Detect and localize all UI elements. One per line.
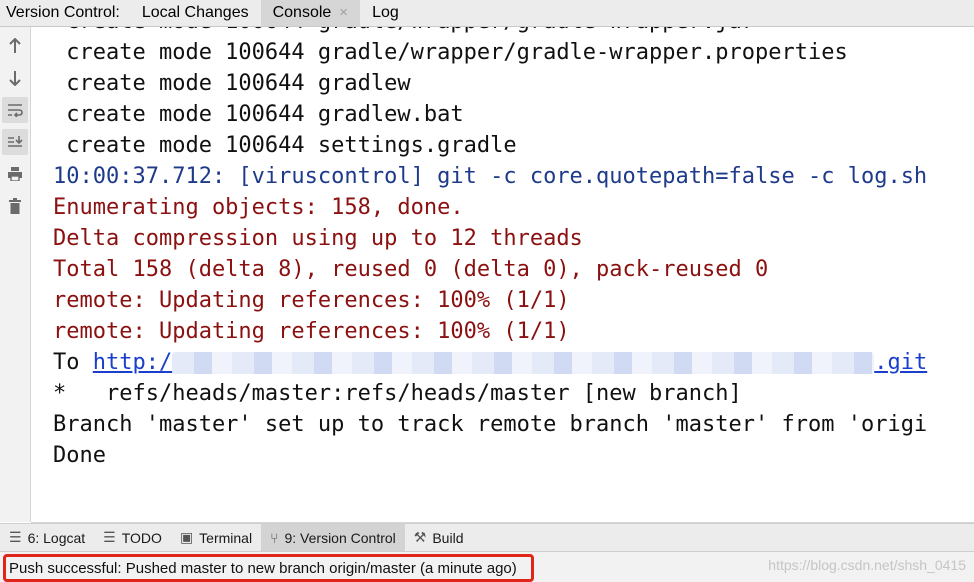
vcs-title: Version Control: [6, 4, 120, 21]
toolwindow-label: Terminal [199, 529, 253, 546]
close-icon[interactable]: × [339, 4, 348, 21]
console-line: remote: Updating references: 100% (1/1) [53, 288, 570, 313]
console-line: Delta compression using up to 12 threads [53, 226, 583, 251]
terminal-icon: ▣ [179, 529, 194, 545]
console-line: create mode 100644 gradle/wrapper/gradle… [53, 27, 927, 37]
logcat-icon: ☰ [9, 529, 22, 545]
watermark: https://blog.csdn.net/shsh_0415 [768, 557, 966, 573]
arrow-down-icon[interactable] [2, 65, 28, 91]
toolwindow-todo[interactable]: ☰ TODO [94, 524, 171, 551]
trash-icon[interactable] [2, 193, 28, 219]
console-line: create mode 100644 settings.gradle [53, 133, 517, 158]
toolwindow-label: 6: Logcat [27, 529, 86, 546]
tab-console[interactable]: Console × [260, 0, 361, 26]
tab-log[interactable]: Log [360, 0, 411, 26]
console-line: remote: Updating references: 100% (1/1) [53, 319, 570, 344]
console-line: 10:00:37.712: [viruscontrol] git -c core… [53, 164, 928, 189]
console-line: * refs/heads/master:refs/heads/master [n… [53, 381, 742, 406]
console-line: create mode 100644 gradlew.bat [53, 102, 464, 127]
todo-icon: ☰ [103, 529, 116, 545]
build-icon: ⚒ [413, 529, 427, 545]
remote-url-link[interactable]: http:/ .git [93, 350, 927, 375]
toolwindow-logcat[interactable]: ☰ 6: Logcat [0, 524, 94, 551]
toolwindow-label: 9: Version Control [284, 529, 396, 546]
tab-label: Log [372, 4, 399, 21]
redacted-url-blur [172, 352, 875, 374]
console-output[interactable]: create mode 100644 gradle/wrapper/gradle… [31, 27, 974, 497]
toolwindow-label: TODO [121, 529, 162, 546]
status-bar: Push successful: Pushed master to new br… [0, 551, 974, 582]
version-control-icon: ⑂ [270, 529, 279, 546]
status-message[interactable]: Push successful: Pushed master to new br… [3, 554, 534, 582]
tab-label: Local Changes [141, 4, 249, 21]
console-line-remote-url: To http:/ .git [53, 347, 927, 378]
toolwindow-version-control[interactable]: ⑂ 9: Version Control [261, 524, 405, 551]
remote-url-prefix: To [53, 350, 93, 375]
console-toolbar [0, 27, 31, 522]
console-line: Total 158 (delta 8), reused 0 (delta 0),… [53, 257, 769, 282]
toolwindow-build[interactable]: ⚒ Build [405, 524, 473, 551]
console-line: Enumerating objects: 158, done. [53, 195, 464, 220]
console-line: create mode 100644 gradle/wrapper/gradle… [53, 40, 848, 65]
console-line: Branch 'master' set up to track remote b… [53, 412, 928, 437]
soft-wrap-icon[interactable] [2, 97, 28, 123]
tab-label: Console [272, 4, 332, 21]
console-line: Done [53, 443, 106, 468]
console-line: create mode 100644 gradlew [53, 71, 411, 96]
tab-local-changes[interactable]: Local Changes [130, 0, 261, 26]
scroll-to-end-icon[interactable] [2, 129, 28, 155]
print-icon[interactable] [2, 161, 28, 187]
toolwindow-terminal[interactable]: ▣ Terminal [171, 524, 261, 551]
console-footer [31, 497, 974, 523]
remote-url-start: http:/ [92, 350, 173, 375]
vcs-tab-bar: Version Control: Local Changes Console ×… [0, 0, 974, 27]
arrow-up-icon[interactable] [2, 33, 28, 59]
remote-url-end: .git [874, 350, 928, 375]
toolwindow-label: Build [432, 529, 464, 546]
console-lines: create mode 100644 gradle/wrapper/gradle… [53, 27, 927, 471]
status-message-text: Push successful: Pushed master to new br… [9, 559, 517, 577]
tool-window-bar: ☰ 6: Logcat ☰ TODO ▣ Terminal ⑂ 9: Versi… [0, 523, 974, 551]
